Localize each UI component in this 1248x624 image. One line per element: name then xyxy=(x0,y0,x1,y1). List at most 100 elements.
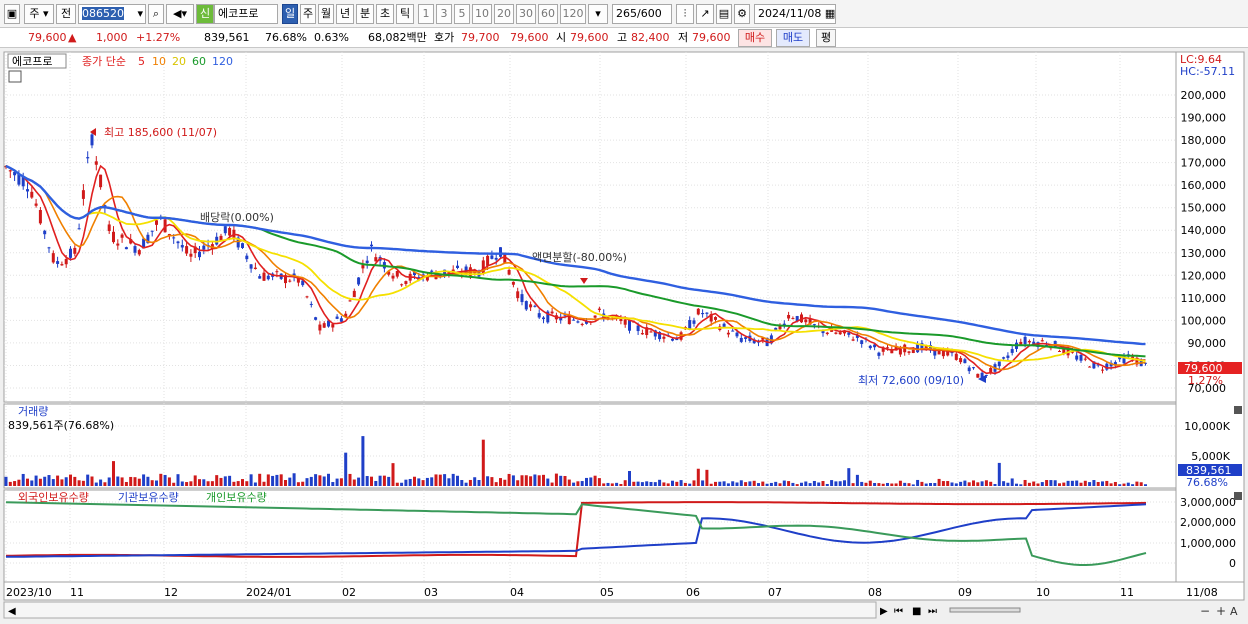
x-axis-label: 06 xyxy=(686,586,700,599)
volume-bar xyxy=(843,480,846,486)
table-toggle-icon[interactable] xyxy=(8,70,22,83)
volume-bar xyxy=(77,480,81,486)
volume-bar xyxy=(13,481,17,486)
x-axis-panel xyxy=(3,581,1245,601)
volume-bar xyxy=(1053,480,1057,486)
candle-body xyxy=(911,349,915,354)
scroll-right-icon[interactable]: ▶ xyxy=(880,606,888,617)
stock-code-input[interactable]: 086520 ▾ xyxy=(78,4,146,24)
candle-body xyxy=(322,323,326,328)
volume-bar xyxy=(761,481,765,486)
candle-body xyxy=(318,324,322,331)
font-size-icon[interactable]: A xyxy=(1230,605,1238,618)
price-tick-label: 140,000 xyxy=(1181,224,1227,237)
volume-bar xyxy=(602,483,606,486)
scroll-left-icon[interactable]: ◀ xyxy=(8,606,16,617)
period-second[interactable]: 초 xyxy=(376,4,394,24)
period-prefix-button[interactable]: 전 xyxy=(56,4,76,24)
minute-3[interactable]: 3 xyxy=(436,4,452,24)
buy-button[interactable]: 매수 xyxy=(738,29,772,47)
candle-body xyxy=(726,332,730,335)
candle-body xyxy=(877,352,881,356)
date-field[interactable]: 2024/11/08 ▦ xyxy=(754,4,836,24)
volume-bar xyxy=(959,481,963,486)
volume-bar xyxy=(271,475,275,486)
volume-bar xyxy=(275,474,279,486)
candle-body xyxy=(180,245,184,248)
volume-bar xyxy=(262,481,266,486)
candle-body xyxy=(907,351,911,353)
volume-bar xyxy=(821,481,825,486)
candle-body xyxy=(223,226,227,234)
candle-body xyxy=(580,323,584,325)
volume-bar xyxy=(460,480,464,486)
zoom-slider[interactable] xyxy=(949,607,1021,613)
sound-icon[interactable]: ◀▾ xyxy=(166,4,194,24)
open-price: 79,600 xyxy=(570,31,609,44)
stock-name-field[interactable]: 에코프로 xyxy=(214,4,278,24)
period-tick[interactable]: 틱 xyxy=(396,4,414,24)
volume-bar xyxy=(438,474,442,486)
stop-icon[interactable]: ■ xyxy=(912,606,921,617)
minute-10[interactable]: 10 xyxy=(472,4,492,24)
volume-bar xyxy=(1032,481,1036,486)
minute-120[interactable]: 120 xyxy=(560,4,586,24)
candle-body xyxy=(628,319,631,331)
period-day[interactable]: 일 xyxy=(282,4,298,24)
candle-body xyxy=(348,300,352,302)
quote-label: 호가 xyxy=(434,31,455,44)
ma-label: 종가 단순 xyxy=(82,55,126,68)
period-week[interactable]: 주 xyxy=(300,4,316,24)
minute-30[interactable]: 30 xyxy=(516,4,536,24)
candle-body xyxy=(81,190,85,199)
candle-body xyxy=(804,319,808,323)
candle-body xyxy=(400,284,404,286)
interval-dropdown[interactable]: ▾ xyxy=(588,4,608,24)
gear-icon[interactable]: ⚙ xyxy=(734,4,750,24)
volume-bar xyxy=(1066,480,1070,486)
average-button[interactable]: 평 xyxy=(816,29,836,47)
window-icon[interactable]: ▣ xyxy=(4,4,20,24)
candle-body xyxy=(391,275,395,279)
zoom-in-icon[interactable]: + xyxy=(1216,604,1226,618)
search-icon[interactable]: ⌕ xyxy=(148,4,164,24)
save-icon[interactable]: ▤ xyxy=(716,4,732,24)
market-select[interactable]: 주 ▾ xyxy=(24,4,54,24)
candle-body xyxy=(314,317,318,320)
period-year[interactable]: 년 xyxy=(336,4,354,24)
volume-bar xyxy=(907,483,911,486)
candle-body xyxy=(722,323,726,327)
candle-body xyxy=(365,260,369,264)
volume-bar xyxy=(610,483,614,486)
calendar-icon[interactable]: ▦ xyxy=(825,7,835,20)
volume-bar xyxy=(791,482,795,486)
minute-5[interactable]: 5 xyxy=(454,4,470,24)
count-field[interactable]: 265/600 xyxy=(612,4,672,24)
holdings-panel-close-icon[interactable] xyxy=(1234,492,1242,500)
candle-icon[interactable]: ⫶ xyxy=(676,4,694,24)
chart-canvas[interactable]: 200,000 190,000 180,000 170,000 160,000 150,0… xyxy=(0,50,1248,621)
zoom-out-icon[interactable]: − xyxy=(1200,604,1210,618)
period-minute[interactable]: 분 xyxy=(356,4,374,24)
candle-body xyxy=(507,269,511,275)
horizontal-scrollbar[interactable] xyxy=(3,601,877,619)
volume-bar xyxy=(447,478,451,486)
draw-icon[interactable]: ↗ xyxy=(696,4,714,24)
minute-60[interactable]: 60 xyxy=(538,4,558,24)
candle-body xyxy=(241,243,244,248)
sell-button[interactable]: 매도 xyxy=(776,29,810,47)
minute-20[interactable]: 20 xyxy=(494,4,514,24)
forward-icon[interactable]: ⏭ xyxy=(928,606,937,617)
volume-bar xyxy=(309,476,313,486)
period-month[interactable]: 월 xyxy=(318,4,334,24)
volume-panel-close-icon[interactable] xyxy=(1234,406,1242,414)
minute-1[interactable]: 1 xyxy=(418,4,434,24)
volume-bar xyxy=(473,477,477,486)
volume-bar xyxy=(1122,483,1126,486)
rewind-icon[interactable]: ⏮ xyxy=(894,606,903,617)
volume-current-pct: 76.68% xyxy=(1186,476,1228,489)
volume-bar xyxy=(537,475,541,486)
candle-body xyxy=(542,317,545,320)
volume-bar xyxy=(812,480,816,486)
candle-body xyxy=(499,247,502,257)
